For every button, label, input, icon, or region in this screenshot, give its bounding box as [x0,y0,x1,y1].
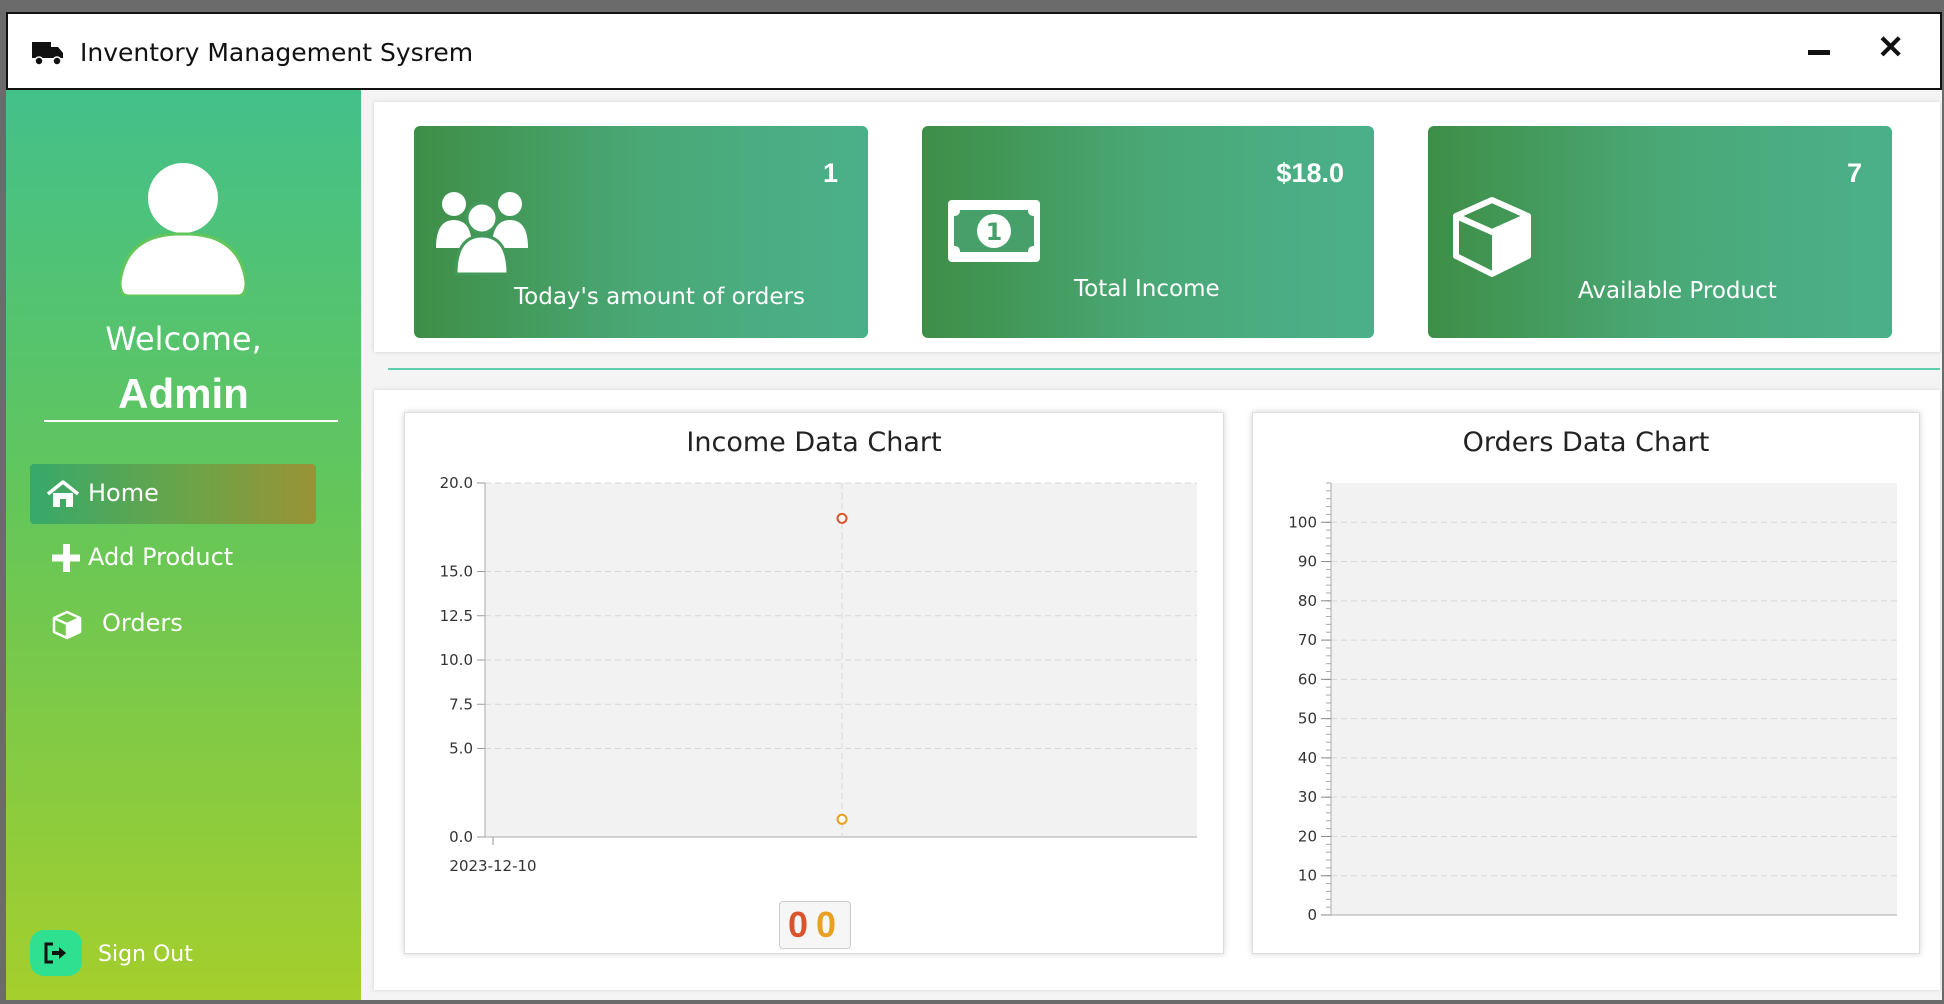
y-tick-label: 40 [1298,749,1317,767]
username: Admin [118,370,249,417]
welcome-text: Welcome, [105,320,262,358]
card-label: Today's amount of orders [514,284,805,310]
y-tick-label: 50 [1298,710,1317,728]
users-icon [436,188,528,283]
money-icon: 1 [948,200,1040,267]
y-tick-label: 80 [1298,592,1317,610]
cube-icon [1452,196,1532,283]
orders-chart: Orders Data Chart 0 10 20 30 40 50 60 70 80 90 100 [1252,412,1920,954]
charts-panel: Income Data Chart 0.0 5.0 7.5 10.0 12.5 15.0 2… [374,390,1940,990]
username-divider [44,420,338,422]
y-tick-label: 10 [1298,867,1317,885]
card-value: 1 [822,158,838,188]
card-today-orders: 1 Today's amount of orders [414,126,868,338]
y-tick-label: 20 [1298,827,1317,845]
y-tick-label: 12.5 [440,607,473,625]
user-avatar-icon [118,162,248,301]
sidebar-item-label: Home [88,479,159,507]
y-tick-label: 20.0 [440,474,473,492]
close-button[interactable]: ✕ [1877,28,1904,66]
y-tick-label: 100 [1288,513,1317,531]
svg-text:1: 1 [986,218,1003,246]
app-title: Inventory Management Sysrem [80,38,474,67]
card-value: 7 [1846,158,1862,188]
legend-item: 0 [788,904,809,945]
cube-icon [52,610,82,646]
y-tick-label: 30 [1298,788,1317,806]
sidebar-item-home[interactable]: Home [30,464,316,524]
y-tick-label: 15.0 [440,563,473,581]
sign-out-button[interactable] [30,930,82,976]
title-bar: Inventory Management Sysrem ✕ [6,12,1942,90]
y-tick-label: 10.0 [440,651,473,669]
y-tick-label: 70 [1298,631,1317,649]
orders-chart-plot: 0 10 20 30 40 50 60 70 80 90 100 [1288,482,1897,924]
sign-out-icon [44,942,68,969]
card-value: $18.0 [1276,158,1344,188]
sidebar: Welcome, Admin Home Add Product Orders S… [6,90,361,1000]
card-label: Available Product [1578,278,1777,304]
y-tick-label: 7.5 [449,695,473,713]
section-divider [388,368,1940,370]
chart-legend: 0 0 [779,901,851,949]
sign-out-label[interactable]: Sign Out [98,942,193,967]
sidebar-item-label: Orders [102,609,183,637]
y-tick-label: 0 [1307,906,1317,924]
y-tick-label: 60 [1298,670,1317,688]
data-point [836,813,848,825]
income-chart: Income Data Chart 0.0 5.0 7.5 10.0 12.5 15.0 2… [404,412,1224,954]
card-label: Total Income [1074,276,1220,302]
income-chart-plot: 0.0 5.0 7.5 10.0 12.5 15.0 20.0 2023-12-10 [440,474,1197,875]
minimize-button[interactable] [1808,36,1832,60]
legend-item: 0 [816,904,837,945]
x-tick-label: 2023-12-10 [449,857,536,875]
data-point [836,512,848,524]
plus-icon [52,544,80,578]
sidebar-item-orders[interactable]: Orders [30,594,316,654]
sidebar-item-add-product[interactable]: Add Product [30,528,316,588]
home-icon [46,480,80,514]
app-window: Inventory Management Sysrem ✕ Welcome, A… [6,12,1942,1000]
y-tick-label: 5.0 [449,740,473,758]
y-tick-label: 0.0 [449,828,473,846]
y-tick-label: 90 [1298,553,1317,571]
card-available-product: 7 Available Product [1428,126,1892,338]
sidebar-item-label: Add Product [88,543,234,571]
truck-icon [32,40,64,71]
plot-area [1331,483,1897,915]
card-total-income: 1 $18.0 Total Income [922,126,1374,338]
summary-cards-panel: 1 Today's amount of orders 1 $18.0 Total… [374,102,1940,352]
